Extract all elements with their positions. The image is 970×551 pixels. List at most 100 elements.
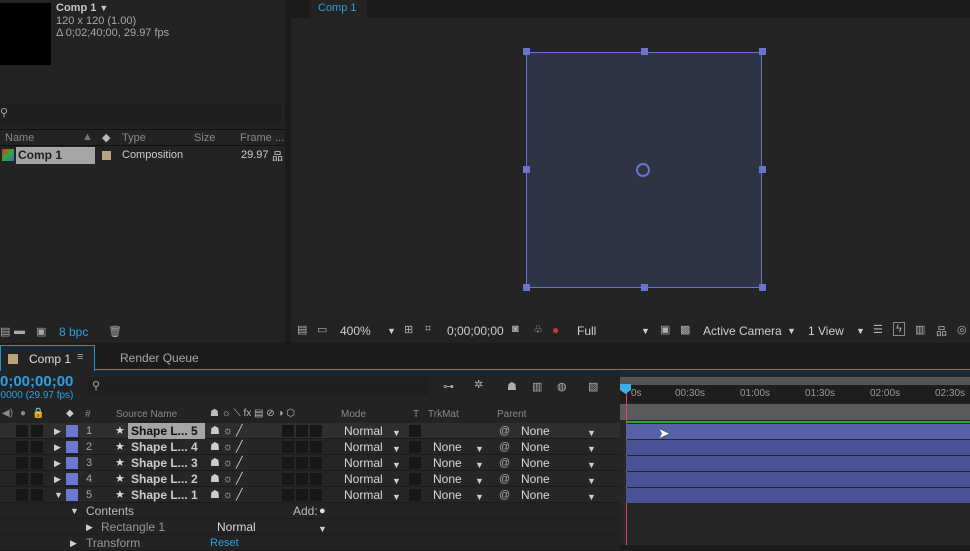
chevron-down-icon[interactable]: ▼ [856, 326, 865, 336]
pickwhip-icon[interactable]: @ [499, 488, 510, 502]
layer-switches[interactable]: ☗ ☼ ╱ [210, 440, 243, 454]
anchor-point-icon[interactable] [636, 163, 650, 177]
trkmat-dropdown[interactable]: None [433, 440, 462, 454]
col-size[interactable]: Size [194, 132, 215, 144]
bpc-button[interactable]: 8 bpc [59, 325, 88, 339]
collapse-icon[interactable]: ▼ [54, 488, 63, 502]
expand-icon[interactable]: ▶ [54, 472, 61, 486]
time-ruler[interactable]: 0s 00:30s 01:00s 01:30s 02:00s 02:30s [620, 385, 970, 403]
expand-icon[interactable]: ▶ [70, 536, 77, 550]
expand-icon[interactable]: ▶ [54, 456, 61, 470]
layer-switches[interactable]: ☗ ☼ ╱ [210, 472, 243, 486]
panel-menu-icon[interactable]: ≡ [77, 351, 83, 363]
transparency-grid-icon[interactable]: ▩ [680, 323, 690, 336]
flowchart-icon[interactable]: 品 [936, 323, 947, 339]
work-area-navigator[interactable] [620, 377, 970, 385]
new-folder-icon[interactable]: ▬ [14, 325, 25, 337]
trkmat-dropdown[interactable]: None [433, 472, 462, 486]
mode-dropdown[interactable]: Normal [344, 424, 383, 438]
layer-switches[interactable]: ☗ ☼ ╱ [210, 424, 243, 438]
pixel-aspect-icon[interactable]: ☰ [873, 323, 883, 336]
parent-dropdown[interactable]: None [521, 440, 550, 454]
chevron-down-icon[interactable]: ▼ [99, 3, 108, 13]
add-menu-icon[interactable]: ● [319, 504, 326, 518]
layer-name[interactable]: Shape L... 3 [131, 456, 198, 470]
chevron-down-icon[interactable]: ▼ [641, 326, 650, 336]
mask-visibility-icon[interactable]: ⌗ [425, 323, 431, 336]
col-type[interactable]: Type [122, 132, 146, 144]
layer-bar[interactable] [626, 472, 970, 487]
col-trkmat[interactable]: TrkMat [428, 409, 459, 420]
layer-bar[interactable] [626, 456, 970, 471]
layer-row[interactable]: ▶ 1 ★ Shape L... 5 ☗ ☼ ╱ Normal ▼ @ None ▼ [0, 423, 620, 439]
layer-bar[interactable] [626, 440, 970, 455]
layer-name[interactable]: Shape L... 1 [131, 488, 198, 502]
mode-dropdown[interactable]: Normal [344, 472, 383, 486]
parent-dropdown[interactable]: None [521, 472, 550, 486]
parent-dropdown[interactable]: None [521, 424, 550, 438]
work-area-bar[interactable] [620, 404, 970, 420]
monitor-icon[interactable]: ▭ [317, 323, 327, 336]
always-preview-icon[interactable]: ▤ [297, 323, 307, 336]
timeline-icon[interactable]: ▥ [915, 323, 925, 336]
contents-row[interactable]: ▼ Contents Add: ● [0, 503, 620, 519]
flowchart-icon[interactable]: 品 [272, 148, 283, 164]
col-source-name[interactable]: Source Name [116, 409, 177, 420]
trkmat-dropdown[interactable]: None [433, 488, 462, 502]
project-item-comp1[interactable]: Comp 1 Composition 29.97 品 [0, 147, 285, 164]
frame-blending-icon[interactable]: ▥ [532, 380, 542, 393]
mode-dropdown[interactable]: Normal [344, 456, 383, 470]
viewer-timecode[interactable]: 0;00;00;00 [447, 324, 504, 338]
safe-margins-icon[interactable]: ⊞ [404, 323, 413, 336]
camera-dropdown[interactable]: Active Camera [703, 324, 782, 338]
reset-link[interactable]: Reset [210, 536, 239, 550]
mode-dropdown[interactable]: Normal [344, 488, 383, 502]
chevron-down-icon[interactable]: ▼ [787, 326, 796, 336]
interpret-icon[interactable]: ▤ [0, 325, 10, 338]
view-layout-dropdown[interactable]: 1 View [808, 324, 844, 338]
col-parent[interactable]: Parent [497, 409, 526, 420]
composition-mini-flowchart-icon[interactable]: ⊶ [443, 380, 454, 393]
new-comp-icon[interactable]: ▣ [36, 325, 46, 338]
layer-name[interactable]: Shape L... 2 [131, 472, 198, 486]
comp-name[interactable]: Comp 1 [56, 2, 96, 14]
pickwhip-icon[interactable]: @ [499, 440, 510, 454]
current-time-display[interactable]: 0;00;00;00 [0, 373, 73, 390]
graph-editor-icon[interactable]: ▧ [588, 380, 598, 393]
expand-icon[interactable]: ▶ [54, 424, 61, 438]
layer-row[interactable]: ▶ 3 ★ Shape L... 3 ☗ ☼ ╱ Normal ▼ None ▼ @… [0, 455, 620, 471]
composition-canvas[interactable] [291, 18, 970, 320]
col-name[interactable]: Name [5, 132, 34, 144]
tab-comp1-viewer[interactable]: Comp 1 [310, 0, 367, 18]
shy-layers-icon[interactable]: ☗ [507, 380, 517, 393]
tab-comp1[interactable]: Comp 1 ≡ [0, 345, 95, 371]
layer-search-input[interactable]: ⚲ [88, 377, 428, 395]
mode-dropdown[interactable]: Normal [344, 440, 383, 454]
layer-row[interactable]: ▶ 2 ★ Shape L... 4 ☗ ☼ ╱ Normal ▼ None ▼ @… [0, 439, 620, 455]
pickwhip-icon[interactable]: @ [499, 456, 510, 470]
layer-row[interactable]: ▼ 5 ★ Shape L... 1 ☗ ☼ ╱ Normal ▼ None ▼ @… [0, 487, 620, 503]
layer-bar[interactable] [626, 488, 970, 503]
tab-render-queue[interactable]: Render Queue [120, 351, 199, 365]
rectangle-row[interactable]: ▶ Rectangle 1 Normal ▼ [0, 519, 620, 535]
channel-icon[interactable]: ● [552, 323, 559, 337]
trash-icon[interactable]: 🗑 [108, 325, 122, 338]
show-snapshot-icon[interactable]: ♧ [533, 323, 543, 336]
col-mode[interactable]: Mode [341, 409, 366, 420]
snapshot-icon[interactable]: ◙ [512, 323, 519, 335]
trkmat-dropdown[interactable]: None [433, 456, 462, 470]
parent-dropdown[interactable]: None [521, 488, 550, 502]
pickwhip-icon[interactable]: @ [499, 472, 510, 486]
expand-icon[interactable]: ▶ [86, 520, 93, 534]
col-frame[interactable]: Frame ... [240, 132, 284, 144]
layer-switches[interactable]: ☗ ☼ ╱ [210, 456, 243, 470]
layer-name[interactable]: Shape L... 5 [128, 423, 205, 439]
fast-preview-icon[interactable]: ϟ [893, 322, 905, 336]
expand-icon[interactable]: ▶ [54, 440, 61, 454]
zoom-dropdown[interactable]: 400% [340, 324, 371, 338]
layer-row[interactable]: ▶ 4 ★ Shape L... 2 ☗ ☼ ╱ Normal ▼ None ▼ @… [0, 471, 620, 487]
blend-mode-dropdown[interactable]: Normal [217, 520, 256, 534]
layer-switches[interactable]: ☗ ☼ ╱ [210, 488, 243, 502]
collapse-icon[interactable]: ▼ [70, 504, 79, 518]
transform-row[interactable]: ▶ Transform Reset [0, 535, 620, 551]
